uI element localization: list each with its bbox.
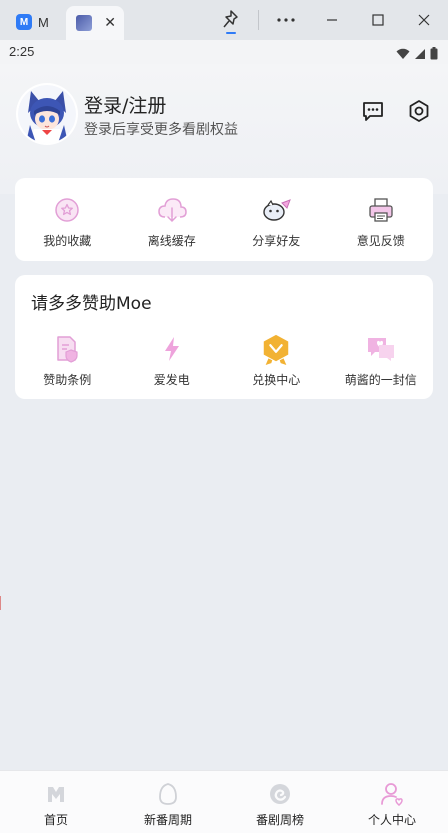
sponsor-item-exchange[interactable]: 兑换中心: [224, 333, 329, 388]
cloud-download-icon: [156, 194, 188, 226]
pin-active-indicator: [226, 32, 236, 34]
share-friend-icon: [260, 194, 292, 226]
login-title[interactable]: 登录/注册: [84, 91, 166, 118]
sponsor-item-afdian[interactable]: 爱发电: [120, 333, 225, 388]
sponsor-item-label: 赞助条例: [43, 373, 92, 387]
tab-favicon-icon: [76, 15, 92, 31]
wifi-icon: [396, 45, 410, 64]
anime-avatar-icon: [18, 85, 76, 143]
quick-action-offline-cache[interactable]: 离线缓存: [120, 194, 225, 249]
quick-actions-card: 我的收藏 离线缓存 分享好友 意见反馈: [15, 178, 433, 261]
sponsor-item-terms[interactable]: 赞助条例: [15, 333, 120, 388]
close-window-icon[interactable]: [412, 8, 436, 32]
more-options-icon[interactable]: [274, 8, 298, 32]
home-m-icon: [43, 781, 69, 807]
nav-weekly-rank[interactable]: 番剧周榜: [224, 771, 336, 833]
nav-new-season[interactable]: 新番周期: [112, 771, 224, 833]
sponsor-item-label: 兑换中心: [252, 373, 301, 387]
browser-tab-1[interactable]: M M: [10, 8, 64, 36]
badge-exchange-icon: [260, 333, 292, 365]
titlebar-divider: [258, 10, 259, 30]
quick-action-label: 分享好友: [252, 234, 301, 248]
nav-home[interactable]: 首页: [0, 771, 112, 833]
quick-action-share[interactable]: 分享好友: [224, 194, 329, 249]
bottom-navigation: 首页 新番周期 番剧周榜 个人中心: [0, 770, 448, 833]
status-time: 2:25: [9, 44, 35, 59]
quick-action-label: 离线缓存: [147, 234, 196, 248]
maximize-icon[interactable]: [366, 8, 390, 32]
document-shield-icon: [51, 333, 83, 365]
user-heart-icon: [379, 781, 405, 807]
minimize-icon[interactable]: [320, 8, 344, 32]
window-edge-artifact: [0, 596, 1, 610]
tab-close-icon[interactable]: ✕: [104, 16, 116, 30]
nav-label: 新番周期: [143, 813, 192, 827]
nav-profile[interactable]: 个人中心: [336, 771, 448, 833]
feedback-printer-icon: [365, 194, 397, 226]
swirl-icon: [267, 781, 293, 807]
sponsor-card: 请多多赞助Moe 赞助条例 爱发电 兑换中心 萌酱的一封信: [15, 275, 433, 399]
quick-action-feedback[interactable]: 意见反馈: [329, 194, 434, 249]
battery-icon: [430, 45, 438, 64]
status-bar: 2:25: [0, 40, 448, 64]
quick-action-favorites[interactable]: 我的收藏: [15, 194, 120, 249]
egg-icon: [155, 781, 181, 807]
app-logo-icon: M: [16, 14, 32, 30]
lightning-icon: [156, 333, 188, 365]
quick-action-label: 我的收藏: [43, 234, 92, 248]
nav-label: 个人中心: [367, 813, 416, 827]
sponsor-item-label: 爱发电: [153, 373, 190, 387]
settings-gear-icon[interactable]: [406, 98, 432, 124]
sponsor-item-letter[interactable]: 萌酱的一封信: [329, 333, 434, 388]
pin-icon[interactable]: [220, 8, 242, 32]
browser-titlebar: M M ✕: [0, 0, 448, 40]
status-icons: [396, 45, 438, 64]
signal-icon: [414, 45, 426, 64]
nav-label: 首页: [43, 813, 68, 827]
letter-heart-icon: [365, 333, 397, 365]
browser-tab-2[interactable]: ✕: [66, 6, 124, 40]
tab-1-label: M: [38, 14, 49, 30]
sponsor-item-label: 萌酱的一封信: [344, 373, 417, 387]
sponsor-title: 请多多赞助Moe: [31, 294, 152, 314]
login-subtitle: 登录后享受更多看剧权益: [84, 122, 238, 138]
avatar[interactable]: [18, 85, 76, 143]
message-icon[interactable]: [360, 98, 386, 124]
quick-action-label: 意见反馈: [356, 234, 405, 248]
favorite-icon: [51, 194, 83, 226]
nav-label: 番剧周榜: [255, 813, 304, 827]
